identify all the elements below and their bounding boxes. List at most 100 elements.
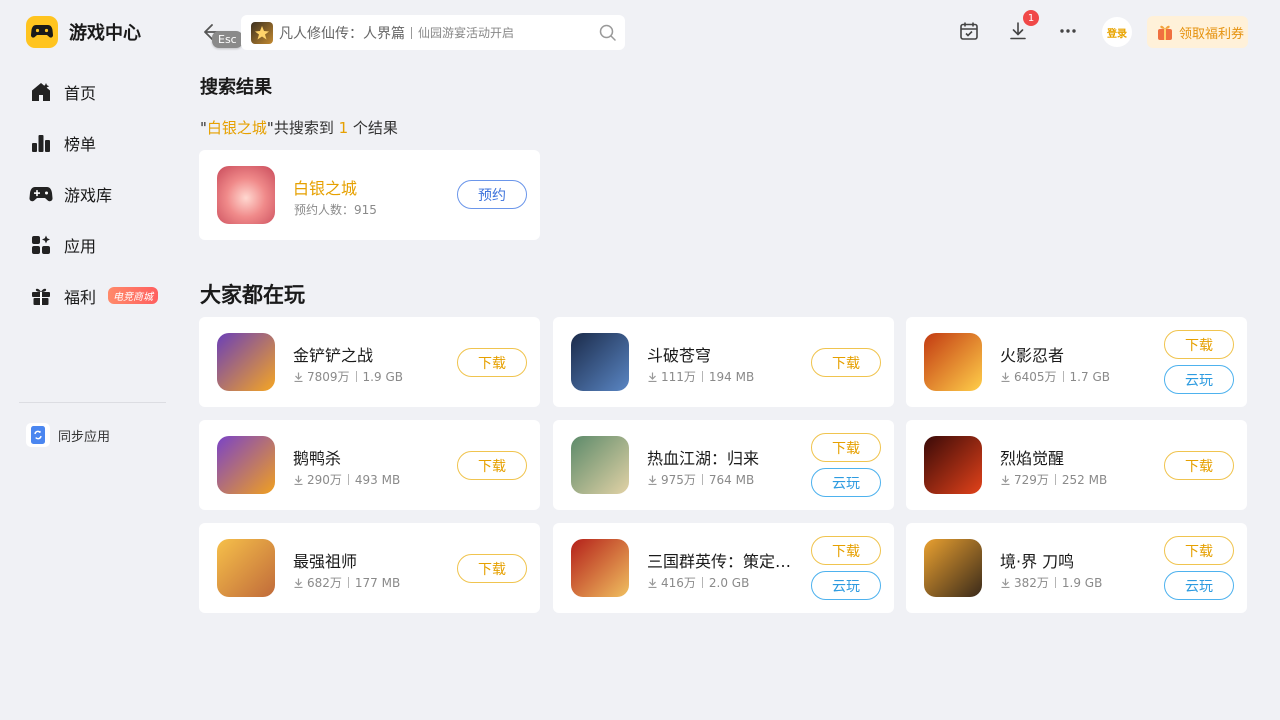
download-button[interactable]: 下载 [811,348,881,377]
search-icon[interactable] [599,24,616,41]
sync-icon [26,423,50,447]
game-card[interactable]: 烈焰觉醒 729万 252 MB 下载 [906,420,1247,510]
stat-separator [347,577,349,588]
game-stats: 6405万 1.7 GB [1001,368,1110,385]
download-button[interactable]: 下载 [811,536,881,565]
stat-separator [701,474,703,485]
search-result-card[interactable]: 白银之城 预约人数：915 预约 [199,150,540,240]
search-hint: 仙园游宴活动开启 [418,26,515,40]
result-text-tail: 个结果 [348,119,398,137]
game-icon [217,436,275,494]
sidebar-item-label: 榜单 [64,134,97,154]
game-icon [217,166,275,224]
game-icon [217,333,275,391]
game-name: 火影忍者 [1000,346,1065,365]
game-icon [924,539,982,597]
result-text: "共搜索到 [266,119,339,137]
reserve-button[interactable]: 预约 [457,180,527,209]
claim-coupon-button[interactable]: 领取福利券 [1147,16,1248,48]
game-name: 热血江湖：归来 [647,449,760,468]
download-button[interactable]: 下载 [457,451,527,480]
reservation-count: 预约人数：915 [294,201,377,218]
download-count: 7809万 [307,370,350,384]
sidebar-nav: 首页 榜单 游戏库 应用 福利 电竞商城 [18,66,168,321]
download-button[interactable]: 下载 [811,433,881,462]
download-count: 416万 [661,576,696,590]
more-options-icon[interactable] [1055,18,1081,44]
game-icon [571,333,629,391]
game-card[interactable]: 三国群英传：策定九州 416万 2.0 GB 下载云玩 [553,523,894,613]
sidebar-item-home[interactable]: 首页 [18,66,168,117]
search-input[interactable]: 凡人修仙传：人界篇 仙园游宴活动开启 [241,15,625,50]
file-size: 1.9 GB [362,369,403,384]
game-icon [571,436,629,494]
gamepad-logo-icon [26,16,58,48]
stat-separator [701,577,703,588]
download-count-icon [648,475,657,485]
game-card[interactable]: 斗破苍穹 111万 194 MB 下载 [553,317,894,407]
file-size: 252 MB [1061,472,1108,487]
result-count: 1 [338,119,349,137]
sidebar-item-label: 应用 [64,236,97,256]
coupon-label: 领取福利券 [1179,26,1245,42]
sidebar-item-label: 福利 [64,287,97,307]
stat-separator [347,474,349,485]
game-card[interactable]: 热血江湖：归来 975万 764 MB 下载 云玩 [553,420,894,510]
download-button[interactable]: 下载 [1164,451,1234,480]
login-button[interactable]: 登录 [1102,17,1132,47]
file-size: 764 MB [708,472,755,487]
sidebar-item-game-library[interactable]: 游戏库 [18,168,168,219]
sidebar-item-ranking[interactable]: 榜单 [18,117,168,168]
download-button[interactable]: 下载 [1164,536,1234,565]
sidebar-item-welfare[interactable]: 福利 电竞商城 [18,270,168,321]
game-stats: 416万 2.0 GB [648,574,749,591]
cloud-play-button[interactable]: 云玩 [1164,365,1234,394]
download-button[interactable]: 下载 [457,554,527,583]
game-card[interactable]: 境·界 刀鸣 382万 1.9 GB 下载 云玩 [906,523,1247,613]
cloud-play-button[interactable]: 云玩 [1164,571,1234,600]
calendar-icon[interactable] [956,18,982,44]
search-keyword: 白银之城 [206,119,267,137]
sync-apps-button[interactable]: 同步应用 [26,423,110,447]
file-size: 177 MB [354,575,401,590]
stat-separator [355,371,357,382]
download-count: 290万 [307,473,342,487]
search-separator [411,26,412,39]
cloud-play-button[interactable]: 云玩 [811,468,881,497]
download-count-icon [1001,372,1010,382]
download-count-icon [294,372,303,382]
game-card[interactable]: 鹅鸭杀 290万 493 MB 下载 [199,420,540,510]
download-count: 382万 [1014,576,1049,590]
download-count-icon [1001,578,1010,588]
app-title: 游戏中心 [69,23,141,44]
download-button[interactable]: 下载 [1164,330,1234,359]
quote: " [200,119,207,137]
sidebar-item-label: 首页 [64,83,97,103]
game-icon [571,539,629,597]
file-size: 2.0 GB [708,575,750,590]
game-icon [924,333,982,391]
download-button[interactable]: 下载 [457,348,527,377]
stat-separator [701,371,703,382]
esc-tooltip: Esc [212,31,243,48]
sidebar-item-apps[interactable]: 应用 [18,219,168,270]
game-name: 三国群英传：策定九州 [647,552,797,571]
game-stats: 729万 252 MB [1001,471,1107,488]
game-name: 金铲铲之战 [293,346,374,365]
game-name: 鹅鸭杀 [293,449,342,468]
download-count: 6405万 [1014,370,1057,384]
app-brand: 游戏中心 [26,16,141,48]
cloud-play-button[interactable]: 云玩 [811,571,881,600]
game-stats: 382万 1.9 GB [1001,574,1102,591]
game-card[interactable]: 最强祖师 682万 177 MB 下载 [199,523,540,613]
game-icon [217,539,275,597]
sidebar-item-label: 游戏库 [64,185,113,205]
download-count: 682万 [307,576,342,590]
download-count-badge: 1 [1023,10,1039,26]
game-card[interactable]: 金铲铲之战 7809万 1.9 GB 下载 [199,317,540,407]
game-card[interactable]: 火影忍者 6405万 1.7 GB 下载云玩 [906,317,1247,407]
gift-icon [29,284,53,308]
stat-separator [1054,577,1056,588]
result-summary: "白银之城"共搜索到 1 个结果 [200,117,398,138]
game-stats: 682万 177 MB [294,574,400,591]
